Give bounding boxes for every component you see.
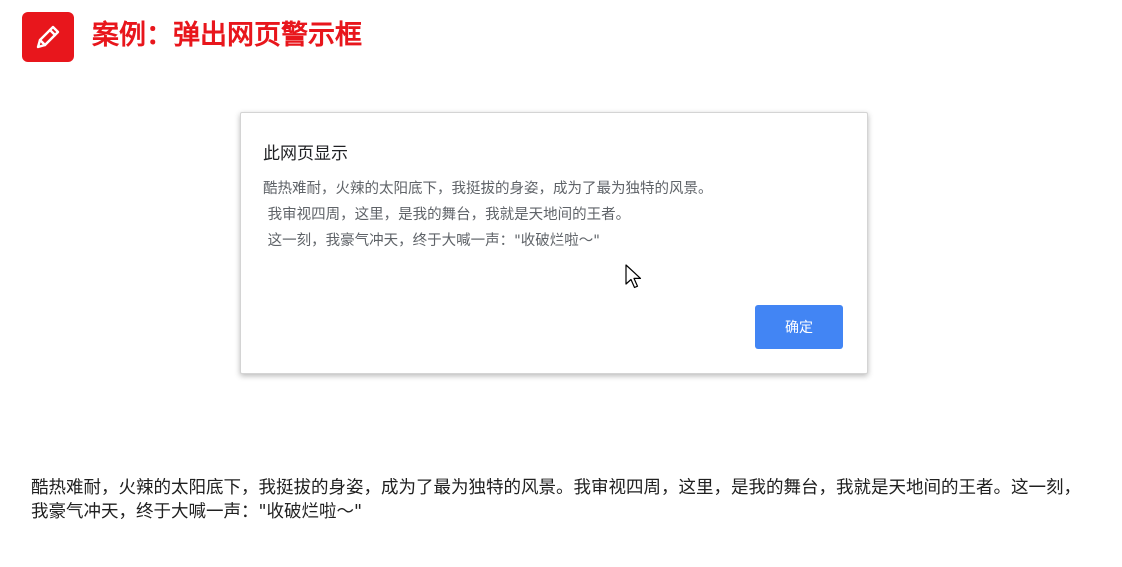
page-title: 案例：弹出网页警示框 [92,20,362,51]
ok-button[interactable]: 确定 [755,305,843,349]
pencil-icon [22,12,74,62]
alert-dialog: 此网页显示 酷热难耐，火辣的太阳底下，我挺拔的身姿，成为了最为独特的风景。 我审… [240,112,868,374]
page-body-text: 酷热难耐，火辣的太阳底下，我挺拔的身姿，成为了最为独特的风景。我审视四周，这里，… [31,478,1081,522]
dialog-title: 此网页显示 [263,144,348,164]
mouse-pointer-icon [625,264,643,294]
page: 案例：弹出网页警示框 此网页显示 酷热难耐，火辣的太阳底下，我挺拔的身姿，成为了… [0,0,1122,567]
dialog-message: 酷热难耐，火辣的太阳底下，我挺拔的身姿，成为了最为独特的风景。 我审视四周，这里… [263,181,713,249]
